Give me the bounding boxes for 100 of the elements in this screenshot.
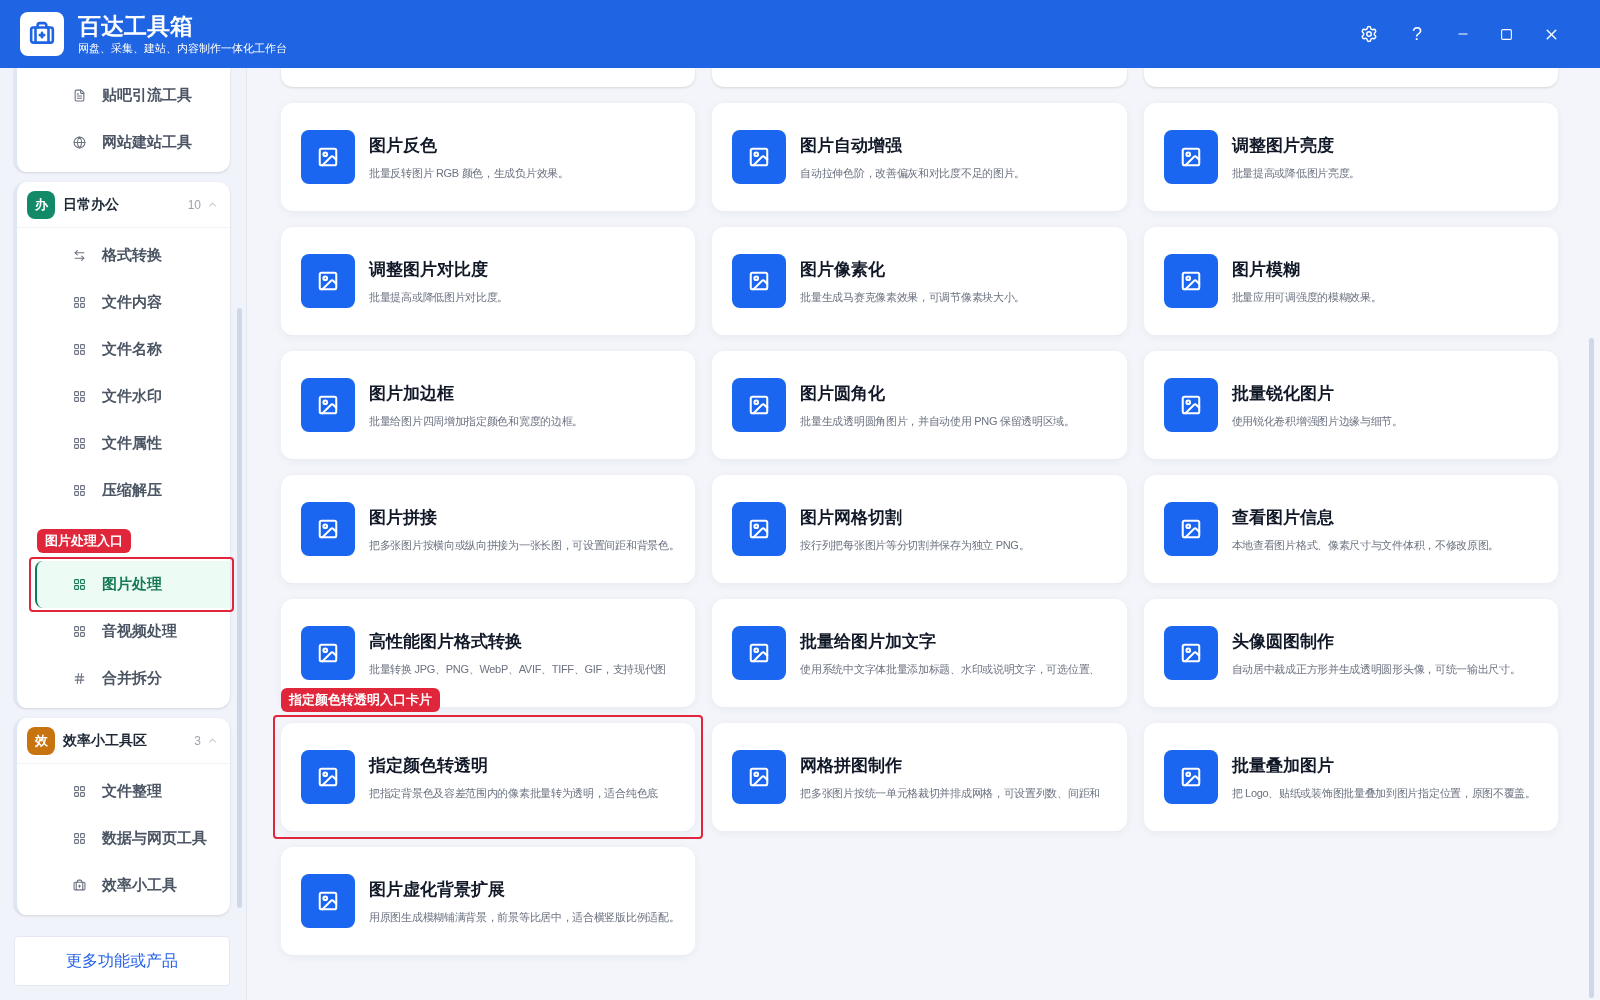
sidebar-item[interactable]: 文件名称 [35,326,230,373]
tool-card[interactable]: 图片像素化 批量生成马赛克像素效果，可调节像素块大小。 [712,227,1127,335]
group-header[interactable]: 效 效率小工具区 3 [17,718,230,764]
tool-card[interactable]: 指定颜色转透明 把指定背景色及容差范围内的像素批量转为透明，适合纯色底 [281,723,696,831]
card-description: 把多张图片按统一单元格裁切并排成网格，可设置列数、间距和 [800,785,1100,801]
image-icon [1163,130,1218,184]
card-description: 批量反转图片 RGB 颜色，生成负片效果。 [369,165,569,181]
tool-card[interactable]: 图片反色 批量反转图片 RGB 颜色，生成负片效果。 [281,103,696,211]
card-title: 批量给图片加文字 [800,631,938,653]
sidebar-item[interactable]: 网站建站工具 [35,119,230,166]
image-icon [732,378,787,432]
image-icon [1163,502,1218,556]
card-description: 批量给图片四周增加指定颜色和宽度的边框。 [369,413,583,429]
card-description: 用原图生成模糊铺满背景，前景等比居中，适合横竖版比例适配。 [369,909,680,925]
hash-icon [73,672,86,685]
card-title: 指定颜色转透明 [369,755,489,777]
grid-icon [73,578,86,591]
document-icon [73,89,86,102]
image-icon [301,378,355,432]
settings-icon[interactable] [1360,25,1378,43]
sidebar-item[interactable]: 文件属性 [35,420,230,467]
card-title: 图片自动增强 [800,135,904,157]
card-title: 批量锐化图片 [1231,383,1335,405]
card-title: 网格拼图制作 [800,755,904,777]
card-description: 使用系统中文字体批量添加标题、水印或说明文字，可选位置、 [800,661,1100,677]
card-description: 批量提高或降低图片亮度。 [1231,165,1361,181]
card-title: 图片拼接 [369,507,438,529]
scrollbar-thumb[interactable] [237,308,242,908]
image-icon [301,502,355,556]
grid-icon [73,832,86,845]
image-icon [301,626,355,680]
image-icon [1163,750,1218,804]
tool-card[interactable]: 图片加边框 批量给图片四周增加指定颜色和宽度的边框。 [281,351,696,459]
annotation-label: 图片处理入口 [37,529,131,553]
group-header[interactable]: 办 日常办公 10 [17,182,230,228]
tool-card[interactable]: 调整图片亮度 批量提高或降低图片亮度。 [1143,103,1558,211]
swap-icon [73,249,86,262]
card-description: 批量转换 JPG、PNG、WebP、AVIF、TIFF、GIF，支持现代图 [369,661,667,677]
grid-icon [73,343,86,356]
sidebar-item[interactable]: 格式转换 [35,232,230,279]
grid-icon [73,390,86,403]
sidebar-item[interactable]: 文件水印 [35,373,230,420]
group-title: 效率小工具区 [63,731,147,750]
tool-card[interactable]: 图片网格切割 按行列把每张图片等分切割并保存为独立 PNG。 [712,475,1127,583]
card-description: 自动拉伸色阶，改善偏灰和对比度不足的图片。 [800,165,1026,181]
sidebar-item[interactable]: 文件整理 [35,768,230,815]
group-badge: 效 [27,726,55,755]
sidebar-item[interactable]: 效率小工具 [35,862,230,909]
grid-icon [73,484,86,497]
card-title: 调整图片亮度 [1231,135,1335,157]
maximize-icon[interactable] [1500,27,1513,41]
sidebar-item[interactable]: 压缩解压 [35,467,230,514]
tool-card[interactable]: 图片圆角化 批量生成透明圆角图片，并自动使用 PNG 保留透明区域。 [712,351,1127,459]
help-button[interactable]: ? [1408,20,1426,48]
tool-card[interactable]: 查看图片信息 本地查看图片格式、像素尺寸与文件体积，不修改原图。 [1143,475,1558,583]
image-icon [732,626,787,680]
card-title: 调整图片对比度 [369,259,489,281]
scrollbar-thumb[interactable] [1589,338,1594,998]
card-description: 批量生成透明圆角图片，并自动使用 PNG 保留透明区域。 [800,413,1075,429]
card-description: 使用锐化卷积增强图片边缘与细节。 [1231,413,1403,429]
card-description: 本地查看图片格式、像素尺寸与文件体积，不修改原图。 [1231,537,1500,553]
card-description: 自动居中裁成正方形并生成透明圆形头像，可统一输出尺寸。 [1231,661,1521,677]
image-icon [1163,378,1218,432]
card-title: 图片虚化背景扩展 [369,879,506,901]
grid-icon [73,785,86,798]
image-icon [301,254,355,308]
tool-card[interactable]: 图片模糊 批量应用可调强度的模糊效果。 [1143,227,1558,335]
sidebar-item[interactable]: 文件内容 [35,279,230,326]
sidebar-item[interactable]: 图片处理 [35,561,230,608]
sidebar-item[interactable]: 数据与网页工具 [35,815,230,862]
tool-card[interactable]: 批量给图片加文字 使用系统中文字体批量添加标题、水印或说明文字，可选位置、 [712,599,1127,707]
group-title: 日常办公 [63,195,119,214]
image-icon [732,130,787,184]
grid-icon [73,296,86,309]
image-icon [732,502,787,556]
image-icon [301,750,355,804]
card-title: 图片加边框 [369,383,455,405]
tool-card[interactable]: 图片自动增强 自动拉伸色阶，改善偏灰和对比度不足的图片。 [712,103,1127,211]
tool-card[interactable]: 图片虚化背景扩展 用原图生成模糊铺满背景，前景等比居中，适合横竖版比例适配。 [281,847,696,955]
grid-icon [73,625,86,638]
tool-card[interactable]: 批量锐化图片 使用锐化卷积增强图片边缘与细节。 [1143,351,1558,459]
sidebar-item[interactable]: 合并拆分 [35,655,230,702]
sidebar-item[interactable]: 音视频处理 [35,608,230,655]
more-button[interactable]: 更多功能或产品 [14,936,230,986]
tool-card[interactable]: 网格拼图制作 把多张图片按统一单元格裁切并排成网格，可设置列数、间距和 [712,723,1127,831]
card-description: 按行列把每张图片等分切割并保存为独立 PNG。 [800,537,1030,553]
card-title: 头像圆图制作 [1231,631,1335,653]
card-title: 高性能图片格式转换 [369,631,523,653]
tool-card[interactable]: 批量叠加图片 把 Logo、贴纸或装饰图批量叠加到图片指定位置，原图不覆盖。 [1143,723,1558,831]
card-title: 图片反色 [369,135,438,157]
card-description: 把指定背景色及容差范围内的像素批量转为透明，适合纯色底 [369,785,658,801]
group-count: 10 [187,196,201,214]
image-icon [1163,254,1218,308]
tool-card[interactable]: 头像圆图制作 自动居中裁成正方形并生成透明圆形头像，可统一输出尺寸。 [1143,599,1558,707]
tool-card[interactable]: 调整图片对比度 批量提高或降低图片对比度。 [281,227,696,335]
card-title: 图片网格切割 [800,507,904,529]
card-title: 图片像素化 [800,259,887,281]
sidebar-item[interactable]: 贴吧引流工具 [35,72,230,119]
annotation-label: 指定颜色转透明入口卡片 [281,688,440,712]
tool-card[interactable]: 图片拼接 把多张图片按横向或纵向拼接为一张长图，可设置间距和背景色。 [281,475,696,583]
